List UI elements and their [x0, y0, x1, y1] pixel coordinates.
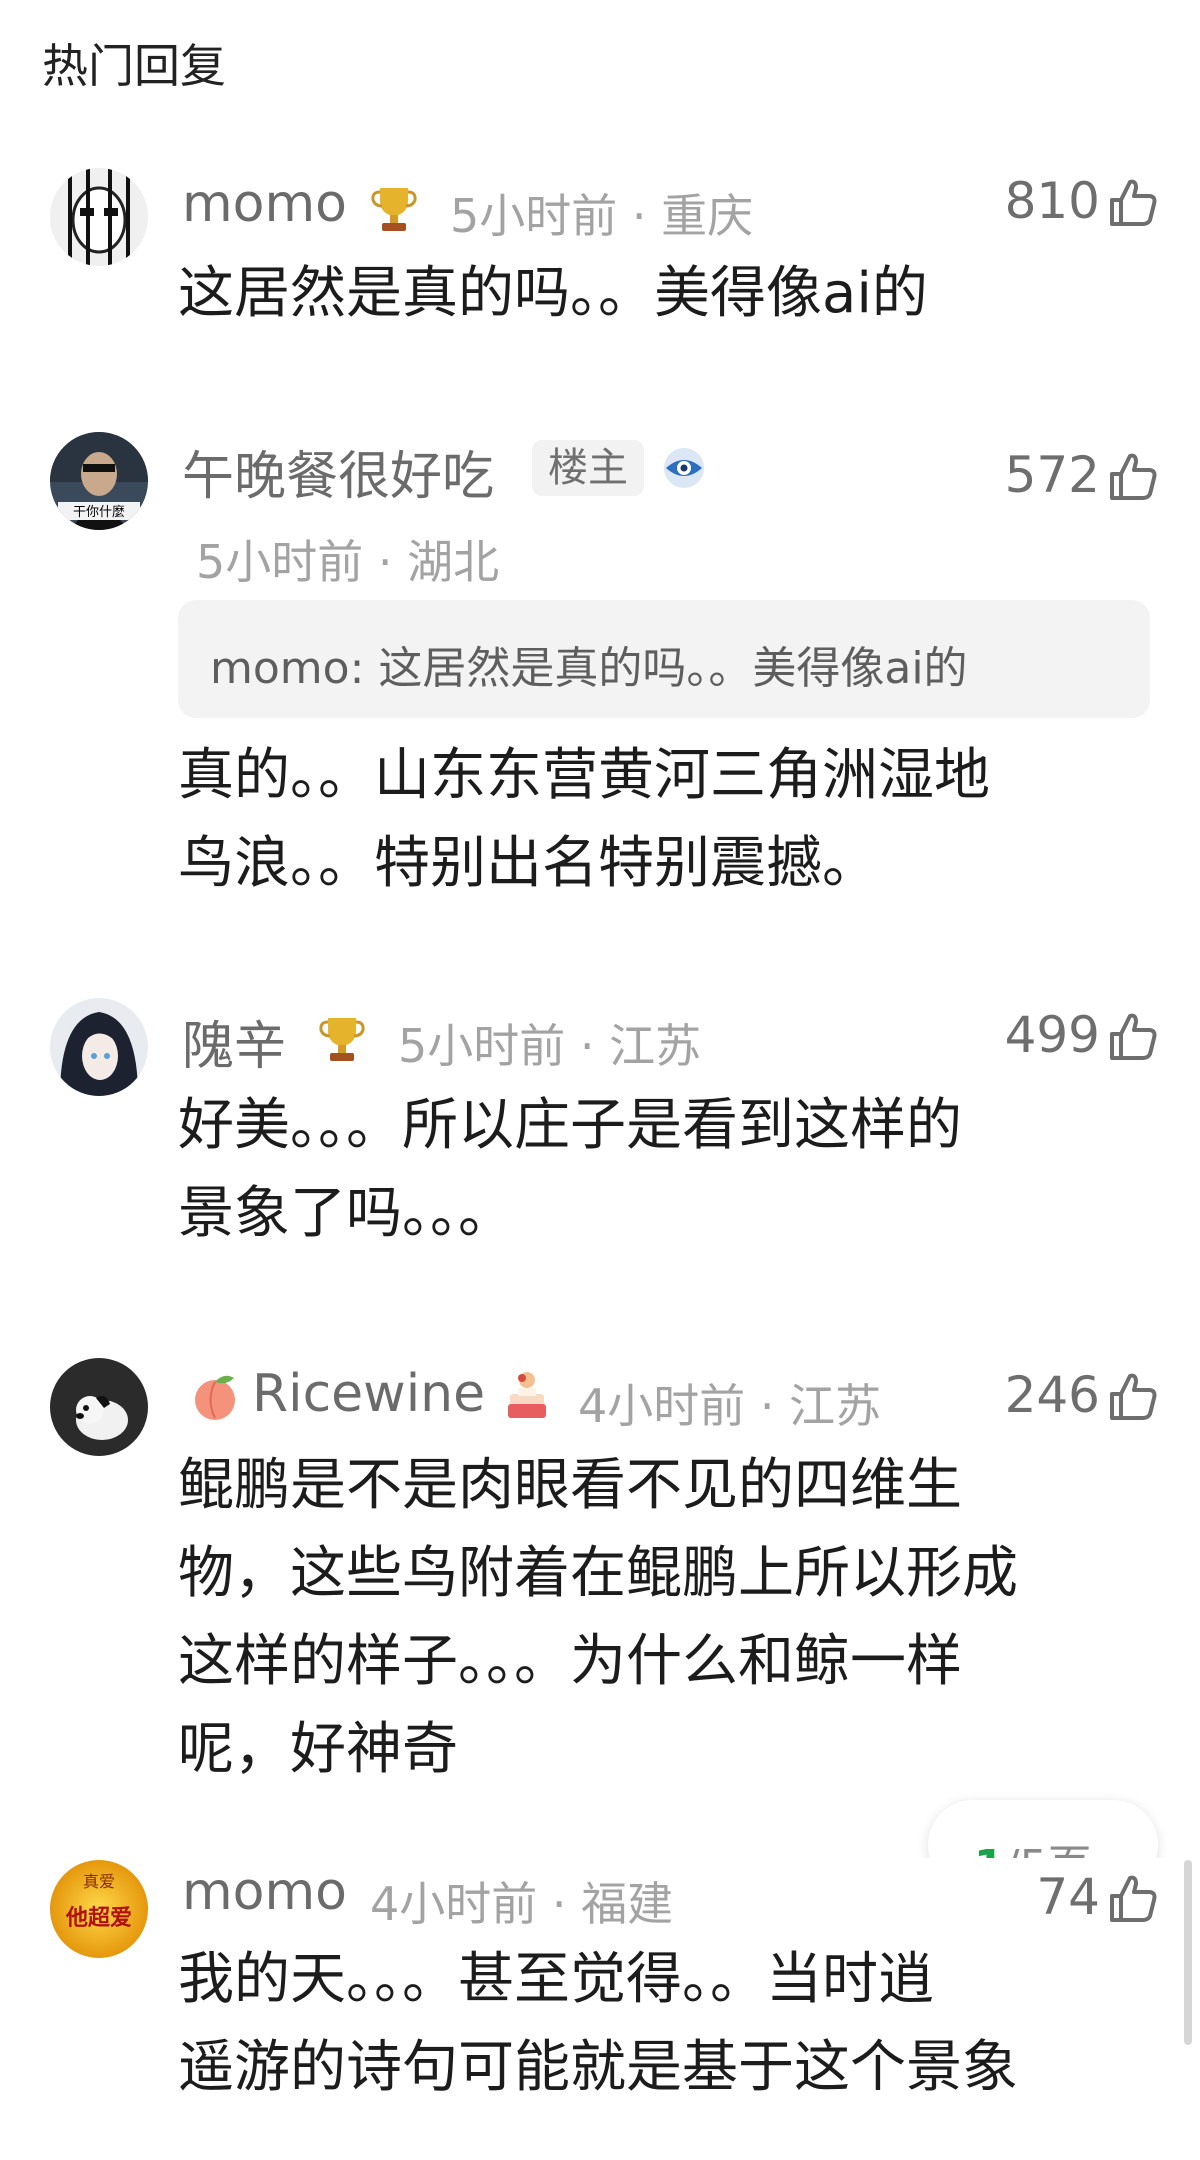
comment-text: 真的。。山东东营黄河三角洲湿地 鸟浪。。特别出名特别震撼。 — [178, 732, 1138, 908]
comment-line: 物，这些鸟附着在鲲鹏上所以形成 — [178, 1541, 1018, 1606]
comment-meta: 5小时前 · 江苏 — [398, 1019, 702, 1073]
comment-line: 鸟浪。。特别出名特别震撼。 — [178, 831, 878, 896]
like-count: 499 — [1004, 1006, 1100, 1064]
eye-level-icon — [664, 448, 704, 488]
comment-meta: 4小时前 · 福建 — [370, 1877, 674, 1931]
comment-text: 鲲鹏是不是肉眼看不见的四维生 物，这些鸟附着在鲲鹏上所以形成 这样的样子。。。为… — [178, 1442, 1138, 1794]
comment-item: 真爱 他超爱 momo 4小时前 · 福建 74 我的天。。。甚至觉得。。当时逍… — [0, 1858, 1200, 2160]
cake-icon — [508, 1372, 546, 1418]
op-badge: 楼主 — [532, 440, 644, 496]
quoted-text: momo: 这居然是真的吗。。美得像ai的 — [210, 643, 968, 694]
username[interactable]: Ricewine — [252, 1364, 485, 1424]
comment-line: 遥游的诗句可能就是基于这个景象 — [178, 2035, 1018, 2100]
comment-meta: 5小时前 · 湖北 — [196, 535, 500, 589]
like-count: 246 — [1004, 1366, 1100, 1424]
comment-line: 好美。。。所以庄子是看到这样的 — [178, 1093, 962, 1158]
like-count: 810 — [1004, 172, 1100, 230]
comment-item: momo 5小时前 · 重庆 810 这居然是真的吗。。美得像ai的 — [0, 160, 1200, 390]
avatar[interactable] — [50, 998, 148, 1096]
avatar-text: 他超爱 — [65, 1906, 132, 1931]
svg-text:干你什麼: 干你什麼 — [73, 505, 125, 520]
like-count: 572 — [1004, 446, 1100, 504]
comment-item: 隗辛 5小时前 · 江苏 499 好美。。。所以庄子是看到这样的 景象了吗。。。 — [0, 990, 1200, 1270]
avatar[interactable] — [50, 1358, 148, 1456]
comment-line: 真的。。山东东营黄河三角洲湿地 — [178, 743, 990, 808]
quoted-reply[interactable]: momo: 这居然是真的吗。。美得像ai的 — [178, 600, 1150, 718]
comment-item: 干你什麼 午晚餐很好吃 楼主 572 5小时前 · 湖北 momo: 这居然是真… — [0, 430, 1200, 900]
avatar-top-text: 真爱 — [82, 1872, 115, 1891]
comment-line: 景象了吗。。。 — [178, 1181, 514, 1246]
comment-meta: 4小时前 · 江苏 — [578, 1379, 882, 1433]
avatar[interactable]: 真爱 他超爱 — [50, 1860, 148, 1958]
scrollbar[interactable] — [1184, 1860, 1192, 2045]
comment-line: 我的天。。。甚至觉得。。当时逍 — [178, 1947, 934, 2012]
username[interactable]: momo — [182, 1862, 347, 1922]
avatar[interactable] — [50, 168, 148, 266]
username[interactable]: momo — [182, 174, 347, 234]
like-count: 74 — [1036, 1868, 1100, 1926]
username[interactable]: 隗辛 — [182, 1004, 286, 1079]
section-title: 热门回复 — [42, 39, 226, 93]
thumbs-up-icon[interactable] — [1106, 450, 1160, 504]
comment-item: Ricewine 4小时前 · 江苏 246 鲲鹏是不是肉眼看不见的四维生 物，… — [0, 1350, 1200, 1782]
comment-line: 鲲鹏是不是肉眼看不见的四维生 — [178, 1453, 962, 1518]
thumbs-up-icon[interactable] — [1106, 1010, 1160, 1064]
peach-icon — [195, 1375, 235, 1420]
comment-text: 我的天。。。甚至觉得。。当时逍 遥游的诗句可能就是基于这个景象 — [178, 1936, 1138, 2112]
username[interactable]: 午晚餐很好吃 — [182, 434, 494, 509]
comment-text: 好美。。。所以庄子是看到这样的 景象了吗。。。 — [178, 1082, 1138, 1258]
trophy-icon — [371, 188, 417, 231]
avatar[interactable]: 干你什麼 — [50, 432, 148, 530]
thumbs-up-icon[interactable] — [1106, 176, 1160, 230]
thumbs-up-icon[interactable] — [1106, 1872, 1160, 1926]
comment-meta: 5小时前 · 重庆 — [450, 189, 754, 243]
comment-line: 呢，好神奇 — [178, 1717, 458, 1782]
comment-text: 这居然是真的吗。。美得像ai的 — [178, 261, 928, 326]
trophy-icon — [319, 1018, 365, 1061]
thumbs-up-icon[interactable] — [1106, 1370, 1160, 1424]
comment-line: 这样的样子。。。为什么和鲸一样 — [178, 1629, 962, 1694]
